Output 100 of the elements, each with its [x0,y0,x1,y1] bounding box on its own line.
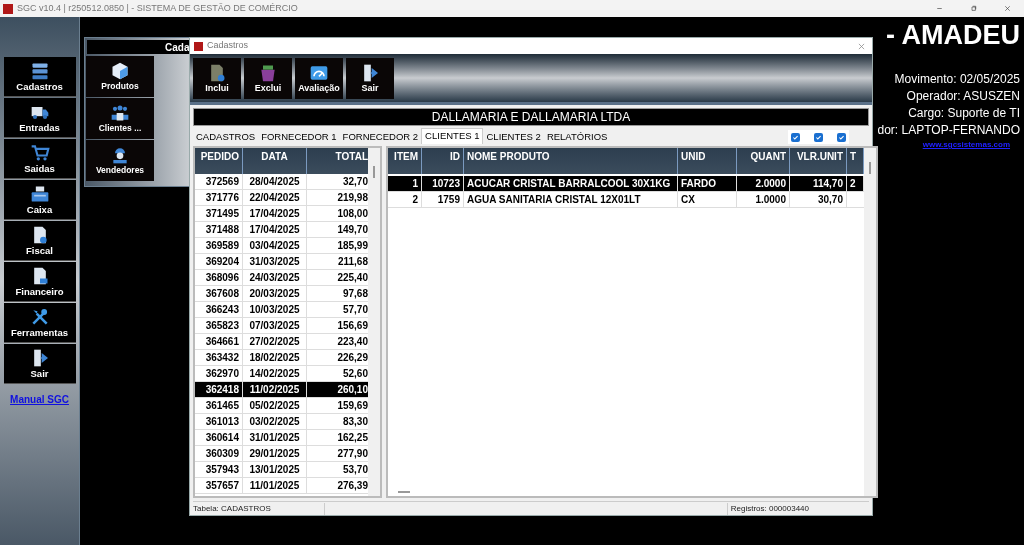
table-cell: 1759 [422,192,464,207]
close-icon [856,41,866,51]
info-text: Movimento: 02/05/2025 [894,71,1020,88]
table-cell: 371488 [195,222,243,237]
table-row[interactable]: 369204 31/03/2025 211,68 [195,254,368,270]
table-cell: 11/02/2025 [243,382,307,397]
table-cell: 17/04/2025 [243,222,307,237]
table-cell: 18/02/2025 [243,350,307,365]
table-cell: 29/01/2025 [243,446,307,461]
table-row[interactable]: 357943 13/01/2025 53,70 [195,462,368,478]
column-header[interactable]: VLR.UNIT [790,148,847,174]
column-header[interactable]: ID [422,148,464,174]
table-row[interactable]: 362970 14/02/2025 52,60 [195,366,368,382]
table-row[interactable]: 364661 27/02/2025 223,40 [195,334,368,350]
column-header[interactable]: QUANT [737,148,790,174]
checkbox[interactable] [791,132,800,142]
sidebar-button[interactable]: Fiscal [3,221,76,261]
close-icon [1002,4,1012,13]
table-row[interactable]: 361013 03/02/2025 83,30 [195,414,368,430]
tab[interactable]: CLIENTES 1 [421,128,484,144]
table-cell: 369589 [195,238,243,253]
table-row[interactable]: 362418 11/02/2025 260,10 [195,382,368,398]
scrollbar-thumb[interactable] [398,491,410,493]
submenu-button[interactable]: Vendedores [86,140,154,181]
cart-icon [29,142,50,163]
tab[interactable]: FORNECEDOR 2 [339,130,422,144]
table-cell: 03/04/2025 [243,238,307,253]
tab[interactable]: RELATÓRIOS [543,130,611,144]
table-row[interactable]: 367608 20/03/2025 97,68 [195,286,368,302]
table-row[interactable]: 371495 17/04/2025 108,00 [195,206,368,222]
table-cell: 10/03/2025 [243,302,307,317]
table-row[interactable]: 360614 31/01/2025 162,25 [195,430,368,446]
toolbar-button[interactable]: Avaliação [295,57,343,99]
table-cell: 17/04/2025 [243,206,307,221]
table-cell: 20/03/2025 [243,286,307,301]
sidebar-button[interactable]: Cadastros [3,57,76,97]
table-cell: 369204 [195,254,243,269]
table-row[interactable]: 357657 11/01/2025 276,39 [195,478,368,494]
table-row[interactable]: 366243 10/03/2025 57,70 [195,302,368,318]
dialog-title: Cadastros [207,39,249,53]
checkbox[interactable] [837,132,846,142]
table-cell: 360614 [195,430,243,445]
table-row[interactable]: 372569 28/04/2025 32,70 [195,174,368,190]
sidebar-button[interactable]: Sair [3,344,76,384]
table-row[interactable]: 1 10723 ACUCAR CRISTAL BARRALCOOL 30X1KG FARDO 2.0000 114,70 2 [388,176,864,192]
checkbox[interactable] [814,132,823,142]
table-cell: 31/01/2025 [243,430,307,445]
table-row[interactable]: 371488 17/04/2025 149,70 [195,222,368,238]
app-logo-icon [194,41,203,51]
sidebar-button[interactable]: Caixa [3,180,76,220]
company-title: - AMADEU [886,19,1020,52]
worker-icon [110,145,130,165]
people-icon [110,103,130,123]
column-header[interactable]: NOME PRODUTO [464,148,678,174]
table-cell: FARDO [678,176,737,191]
sidebar-button[interactable]: Entradas [3,98,76,138]
toolbar-button[interactable]: Exclui [244,57,292,99]
table-cell: 364661 [195,334,243,349]
column-header[interactable]: UNID [678,148,737,174]
table-cell: 10723 [422,176,464,191]
table-cell: 360309 [195,446,243,461]
table-cell: 13/01/2025 [243,462,307,477]
tab[interactable]: CADASTROS [193,130,259,144]
table-row[interactable]: 368096 24/03/2025 225,40 [195,270,368,286]
table-cell: 372569 [195,174,243,189]
table-row[interactable]: 361465 05/02/2025 159,69 [195,398,368,414]
table-cell: 28/04/2025 [243,174,307,189]
info-text: Cargo: Suporte de TI [908,105,1020,122]
submenu-button[interactable]: Clientes ... [86,98,154,139]
table-row[interactable]: 371776 22/04/2025 219,98 [195,190,368,206]
tab[interactable]: FORNECEDOR 1 [258,130,340,144]
submenu-button[interactable]: Produtos [86,56,154,97]
info-text: dor: LAPTOP-FERNANDO [877,122,1020,139]
tab[interactable]: CLIENTES 2 [483,130,544,144]
table-cell: 22/04/2025 [243,190,307,205]
table-cell: 31/03/2025 [243,254,307,269]
sidebar-button[interactable]: Saidas [3,139,76,179]
table-row[interactable]: 363432 18/02/2025 226,29 [195,350,368,366]
table-cell: 362418 [195,382,243,397]
box-icon [110,61,130,81]
table-cell: 365823 [195,318,243,333]
table-cell: ACUCAR CRISTAL BARRALCOOL 30X1KG [464,176,678,191]
sidebar-button[interactable]: Ferramentas [3,303,76,343]
table-cell: 371776 [195,190,243,205]
company-name: DALLAMARIA E DALLAMARIA LTDA [431,109,631,126]
table-cell: 30,70 [790,192,847,207]
table-row[interactable]: 365823 07/03/2025 156,69 [195,318,368,334]
status-text: Registros: 000003440 [726,502,809,515]
scrollbar-thumb[interactable] [869,162,871,174]
toolbar-button[interactable]: Inclui [193,57,241,99]
toolbar-button[interactable]: Sair [346,57,394,99]
table-row[interactable]: 369589 03/04/2025 185,99 [195,238,368,254]
column-header[interactable]: ITEM [388,148,422,174]
sidebar-button[interactable]: Financeiro [3,262,76,302]
table-cell: CX [678,192,737,207]
scrollbar-thumb[interactable] [373,166,375,178]
table-cell: 11/01/2025 [243,478,307,493]
table-row[interactable]: 2 1759 AGUA SANITARIA CRISTAL 12X01LT CX 1.0000 30,70 [388,192,864,208]
table-row[interactable]: 360309 29/01/2025 277,90 [195,446,368,462]
table-cell: 05/02/2025 [243,398,307,413]
